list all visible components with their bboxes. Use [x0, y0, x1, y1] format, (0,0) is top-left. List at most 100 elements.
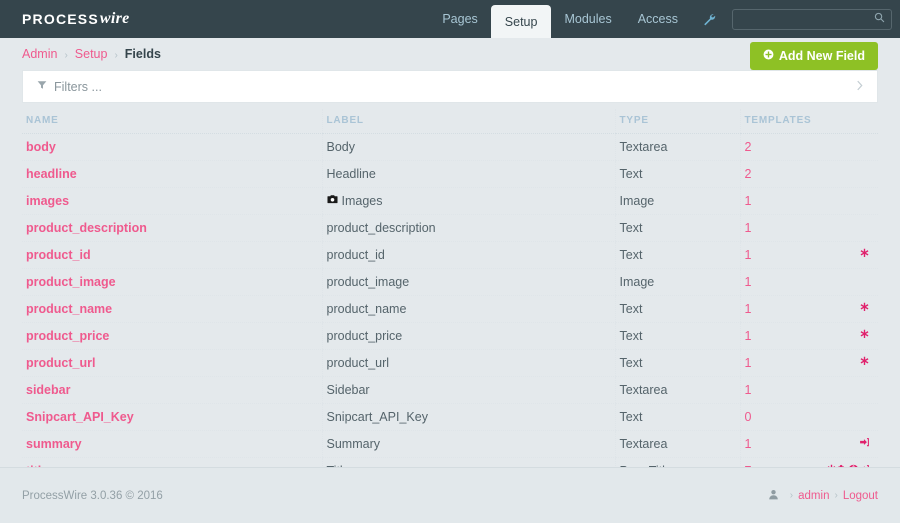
- cell-name: product_url: [22, 349, 322, 377]
- field-name-link[interactable]: product_price: [26, 329, 109, 343]
- fields-table: NAME LABEL TYPE TEMPLATES body Body Textar…: [22, 109, 878, 485]
- template-count-link[interactable]: 1: [745, 329, 752, 343]
- field-name-link[interactable]: body: [26, 140, 56, 154]
- cell-label: Summary: [321, 430, 615, 458]
- template-count-link[interactable]: 1: [745, 275, 752, 289]
- cell-label: product_id: [321, 241, 615, 269]
- table-row: summary Summary Textarea 1: [22, 430, 878, 458]
- cell-type: Textarea: [614, 133, 740, 161]
- cell-templates: 1: [739, 322, 878, 350]
- field-name-link[interactable]: product_id: [26, 248, 91, 262]
- template-count-link[interactable]: 1: [745, 356, 752, 370]
- field-name-link[interactable]: images: [26, 194, 69, 208]
- template-count-link[interactable]: 2: [745, 140, 752, 154]
- template-count-link[interactable]: 1: [745, 221, 752, 235]
- table-row: product_id product_id Text 1: [22, 241, 878, 269]
- column-header-templates[interactable]: TEMPLATES: [739, 109, 878, 134]
- nav-item-modules[interactable]: Modules: [551, 0, 624, 38]
- chevron-right-icon[interactable]: [856, 80, 863, 94]
- column-header-type[interactable]: TYPE: [614, 109, 740, 134]
- template-count-link[interactable]: 1: [745, 302, 752, 316]
- cell-type: Text: [614, 214, 740, 242]
- column-header-label[interactable]: LABEL: [321, 109, 615, 134]
- template-count-link[interactable]: 1: [745, 437, 752, 451]
- table-row: sidebar Sidebar Textarea 1: [22, 376, 878, 404]
- nav-item-setup[interactable]: Setup: [490, 5, 552, 38]
- cell-name: sidebar: [22, 376, 322, 404]
- cell-name: headline: [22, 160, 322, 188]
- field-label-text: product_url: [326, 356, 390, 370]
- nav-item-pages[interactable]: Pages: [429, 0, 490, 38]
- table-row: product_url product_url Text 1: [22, 349, 878, 377]
- sign-in-icon[interactable]: [859, 437, 870, 451]
- field-name-link[interactable]: product_description: [26, 221, 147, 235]
- search-input[interactable]: [739, 13, 874, 25]
- logo[interactable]: PROCESS wire: [0, 0, 130, 38]
- plus-circle-icon: [763, 49, 774, 63]
- field-name-link[interactable]: product_name: [26, 302, 112, 316]
- footer-separator: ›: [834, 490, 838, 501]
- column-header-name[interactable]: NAME: [22, 109, 322, 134]
- cell-templates: 1: [739, 430, 878, 458]
- template-count-link[interactable]: 0: [745, 410, 752, 424]
- cell-templates: 2: [739, 133, 878, 161]
- footer-user-link[interactable]: admin: [798, 490, 829, 502]
- template-count-link[interactable]: 1: [745, 194, 752, 208]
- content-area: Filters ... NAME LABEL TYPE TEMPLATES bo…: [0, 70, 900, 523]
- search-box[interactable]: [732, 8, 892, 30]
- asterisk-icon[interactable]: [859, 329, 870, 343]
- filters-toggle[interactable]: Filters ...: [23, 71, 877, 102]
- cell-name: product_name: [22, 295, 322, 323]
- breadcrumb-item-setup[interactable]: Setup: [75, 47, 108, 61]
- field-name-link[interactable]: headline: [26, 167, 77, 181]
- table-row: images Images Image 1: [22, 187, 878, 215]
- template-count-link[interactable]: 2: [745, 167, 752, 181]
- field-flags: [859, 356, 874, 370]
- field-label-text: product_description: [326, 221, 436, 235]
- field-flags: [859, 437, 874, 451]
- wrench-icon[interactable]: [691, 0, 728, 38]
- nav-item-access[interactable]: Access: [625, 0, 691, 38]
- template-count-link[interactable]: 1: [745, 383, 752, 397]
- cell-type: Text: [614, 403, 740, 431]
- cell-templates: 1: [739, 187, 878, 215]
- cell-name: product_id: [22, 241, 322, 269]
- field-name-link[interactable]: product_url: [26, 356, 95, 370]
- field-label-text: product_id: [326, 248, 385, 262]
- cell-type: Text: [614, 349, 740, 377]
- table-header-row: NAME LABEL TYPE TEMPLATES: [22, 109, 878, 134]
- table-row: headline Headline Text 2: [22, 160, 878, 188]
- field-type-text: Text: [619, 248, 643, 262]
- field-name-link[interactable]: summary: [26, 437, 82, 451]
- cell-type: Textarea: [614, 376, 740, 404]
- asterisk-icon[interactable]: [859, 356, 870, 370]
- asterisk-icon[interactable]: [859, 302, 870, 316]
- asterisk-icon[interactable]: [859, 248, 870, 262]
- masthead: PROCESS wire Pages Setup Modules Access: [0, 0, 900, 38]
- field-name-link[interactable]: sidebar: [26, 383, 70, 397]
- logo-text-wire: wire: [99, 10, 130, 27]
- user-icon: [768, 489, 779, 503]
- template-count-link[interactable]: 1: [745, 248, 752, 262]
- logout-link[interactable]: Logout: [843, 490, 878, 502]
- fields-table-body: body Body Textarea 2 headline Headline Text 2 im…: [22, 133, 878, 485]
- cell-name: product_price: [22, 322, 322, 350]
- field-type-text: Image: [619, 194, 655, 208]
- breadcrumb-item-admin[interactable]: Admin: [22, 47, 57, 61]
- add-new-field-button-top[interactable]: Add New Field: [749, 42, 878, 70]
- cell-label: product_url: [321, 349, 615, 377]
- filters-label: Filters ...: [54, 79, 102, 94]
- logo-text-process: PROCESS: [22, 11, 99, 27]
- field-name-link[interactable]: product_image: [26, 275, 116, 289]
- breadcrumb-separator: ›: [64, 50, 68, 61]
- search-icon: [874, 12, 885, 26]
- cell-label: Body: [321, 133, 615, 161]
- cell-label: product_description: [321, 214, 615, 242]
- cell-label: product_price: [321, 322, 615, 350]
- footer-user-area: › admin › Logout: [768, 489, 878, 503]
- field-type-text: Text: [619, 221, 643, 235]
- field-label-text: Sidebar: [326, 383, 370, 397]
- nav-label-pages: Pages: [442, 12, 478, 26]
- field-name-link[interactable]: Snipcart_API_Key: [26, 410, 134, 424]
- field-label-text: Snipcart_API_Key: [326, 410, 428, 424]
